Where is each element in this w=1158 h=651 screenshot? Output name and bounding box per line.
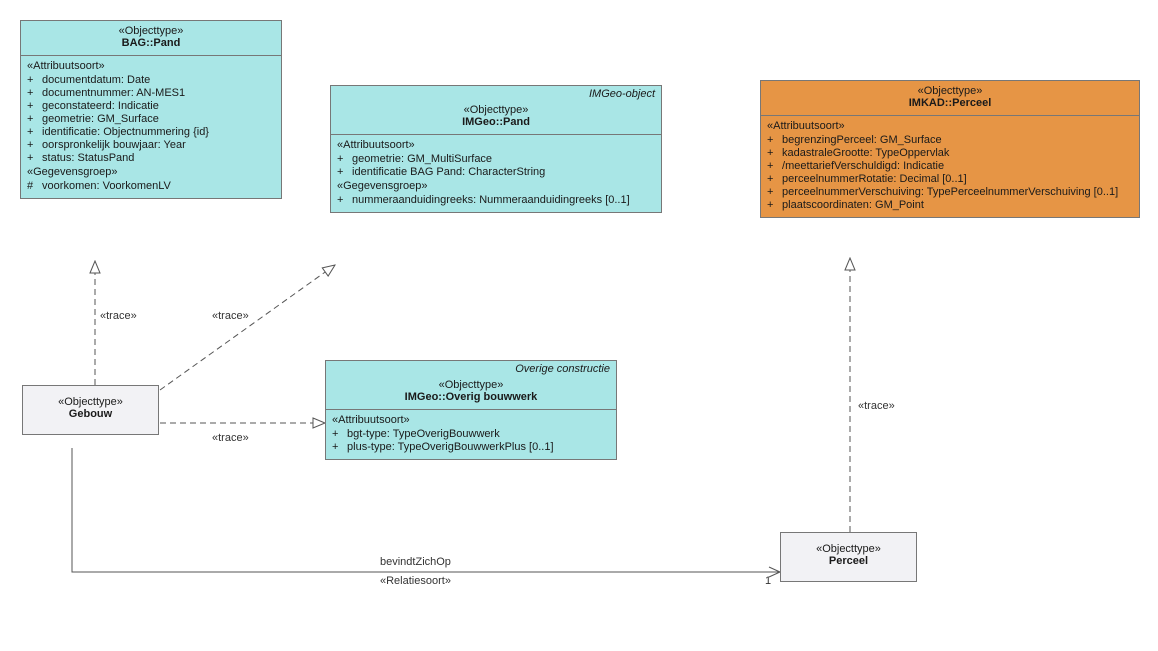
stereotype: «Objecttype» bbox=[332, 379, 610, 391]
attribute-row: + identificatie BAG Pand: CharacterStrin… bbox=[337, 166, 655, 179]
class-name: IMGeo::Overig bouwwerk bbox=[405, 391, 538, 403]
attribute-row: # voorkomen: VoorkomenLV bbox=[27, 180, 275, 193]
class-title: «Objecttype» IMKAD::Perceel bbox=[761, 81, 1139, 115]
class-title: «Objecttype» Gebouw bbox=[23, 386, 158, 434]
attribute-row: + documentnummer: AN-MES1 bbox=[27, 87, 275, 100]
attribute-row: + plaatscoordinaten: GM_Point bbox=[767, 199, 1133, 212]
class-attributes: «Attribuutsoort» + begrenzingPerceel: GM… bbox=[761, 115, 1139, 217]
attribute-row: + /meettariefVerschuldigd: Indicatie bbox=[767, 160, 1133, 173]
tagline: IMGeo-object bbox=[331, 86, 661, 100]
class-title: «Objecttype» IMGeo::Overig bouwwerk bbox=[326, 375, 616, 409]
class-title: «Objecttype» IMGeo::Pand bbox=[331, 100, 661, 134]
attribute-row: + geometrie: GM_Surface bbox=[27, 113, 275, 126]
class-imgeo-pand: IMGeo-object «Objecttype» IMGeo::Pand «A… bbox=[330, 85, 662, 213]
diagram-canvas: «trace» «trace» «trace» «trace» bevindtZ… bbox=[0, 0, 1158, 651]
class-name: Gebouw bbox=[69, 408, 112, 420]
class-attributes: «Attribuutsoort» + documentdatum: Date+ … bbox=[21, 55, 281, 198]
tagline: Overige constructie bbox=[326, 361, 616, 375]
class-imkad-perceel: «Objecttype» IMKAD::Perceel «Attribuutso… bbox=[760, 80, 1140, 218]
section-label: «Attribuutsoort» bbox=[27, 59, 275, 74]
trace-label: «trace» bbox=[858, 400, 895, 412]
attr-list: + bgt-type: TypeOverigBouwwerk+ plus-typ… bbox=[332, 428, 610, 454]
multiplicity-one: 1 bbox=[765, 575, 771, 587]
class-perceel: «Objecttype» Perceel bbox=[780, 532, 917, 582]
section-label: «Attribuutsoort» bbox=[767, 119, 1133, 134]
class-attributes: «Attribuutsoort» + geometrie: GM_MultiSu… bbox=[331, 134, 661, 212]
attribute-row: + geconstateerd: Indicatie bbox=[27, 100, 275, 113]
attribute-row: + begrenzingPerceel: GM_Surface bbox=[767, 134, 1133, 147]
class-title: «Objecttype» BAG::Pand bbox=[21, 21, 281, 55]
class-attributes: «Attribuutsoort» + bgt-type: TypeOverigB… bbox=[326, 409, 616, 459]
attribute-row: + oorspronkelijk bouwjaar: Year bbox=[27, 139, 275, 152]
attribute-row: + kadastraleGrootte: TypeOppervlak bbox=[767, 147, 1133, 160]
association-name: bevindtZichOp bbox=[380, 556, 451, 568]
association-stereo: «Relatiesoort» bbox=[380, 575, 451, 587]
attribute-row: + plus-type: TypeOverigBouwwerkPlus [0..… bbox=[332, 441, 610, 454]
attribute-row: + documentdatum: Date bbox=[27, 74, 275, 87]
class-bag-pand: «Objecttype» BAG::Pand «Attribuutsoort» … bbox=[20, 20, 282, 199]
section-label: «Gegevensgroep» bbox=[27, 165, 275, 180]
stereotype: «Objecttype» bbox=[29, 396, 152, 408]
section-label: «Attribuutsoort» bbox=[332, 413, 610, 428]
attr-list: + nummeraanduidingreeks: Nummeraanduidin… bbox=[337, 194, 655, 207]
attribute-row: + geometrie: GM_MultiSurface bbox=[337, 153, 655, 166]
stereotype: «Objecttype» bbox=[767, 85, 1133, 97]
attr-list: # voorkomen: VoorkomenLV bbox=[27, 180, 275, 193]
section-label: «Gegevensgroep» bbox=[337, 179, 655, 194]
trace-label: «trace» bbox=[212, 432, 249, 444]
attribute-row: + status: StatusPand bbox=[27, 152, 275, 165]
attribute-row: + perceelnummerVerschuiving: TypePerceel… bbox=[767, 186, 1133, 199]
class-name: IMGeo::Pand bbox=[462, 116, 530, 128]
attr-list: + begrenzingPerceel: GM_Surface+ kadastr… bbox=[767, 134, 1133, 212]
attribute-row: + identificatie: Objectnummering {id} bbox=[27, 126, 275, 139]
attribute-row: + perceelnummerRotatie: Decimal [0..1] bbox=[767, 173, 1133, 186]
trace-label: «trace» bbox=[100, 310, 137, 322]
class-imgeo-overig: Overige constructie «Objecttype» IMGeo::… bbox=[325, 360, 617, 460]
class-name: IMKAD::Perceel bbox=[909, 97, 992, 109]
attr-list: + documentdatum: Date+ documentnummer: A… bbox=[27, 74, 275, 165]
attr-list: + geometrie: GM_MultiSurface+ identifica… bbox=[337, 153, 655, 179]
class-title: «Objecttype» Perceel bbox=[781, 533, 916, 581]
stereotype: «Objecttype» bbox=[27, 25, 275, 37]
attribute-row: + bgt-type: TypeOverigBouwwerk bbox=[332, 428, 610, 441]
class-name: Perceel bbox=[829, 555, 868, 567]
class-name: BAG::Pand bbox=[122, 37, 181, 49]
section-label: «Attribuutsoort» bbox=[337, 138, 655, 153]
trace-label: «trace» bbox=[212, 310, 249, 322]
attribute-row: + nummeraanduidingreeks: Nummeraanduidin… bbox=[337, 194, 655, 207]
stereotype: «Objecttype» bbox=[337, 104, 655, 116]
class-gebouw: «Objecttype» Gebouw bbox=[22, 385, 159, 435]
stereotype: «Objecttype» bbox=[787, 543, 910, 555]
